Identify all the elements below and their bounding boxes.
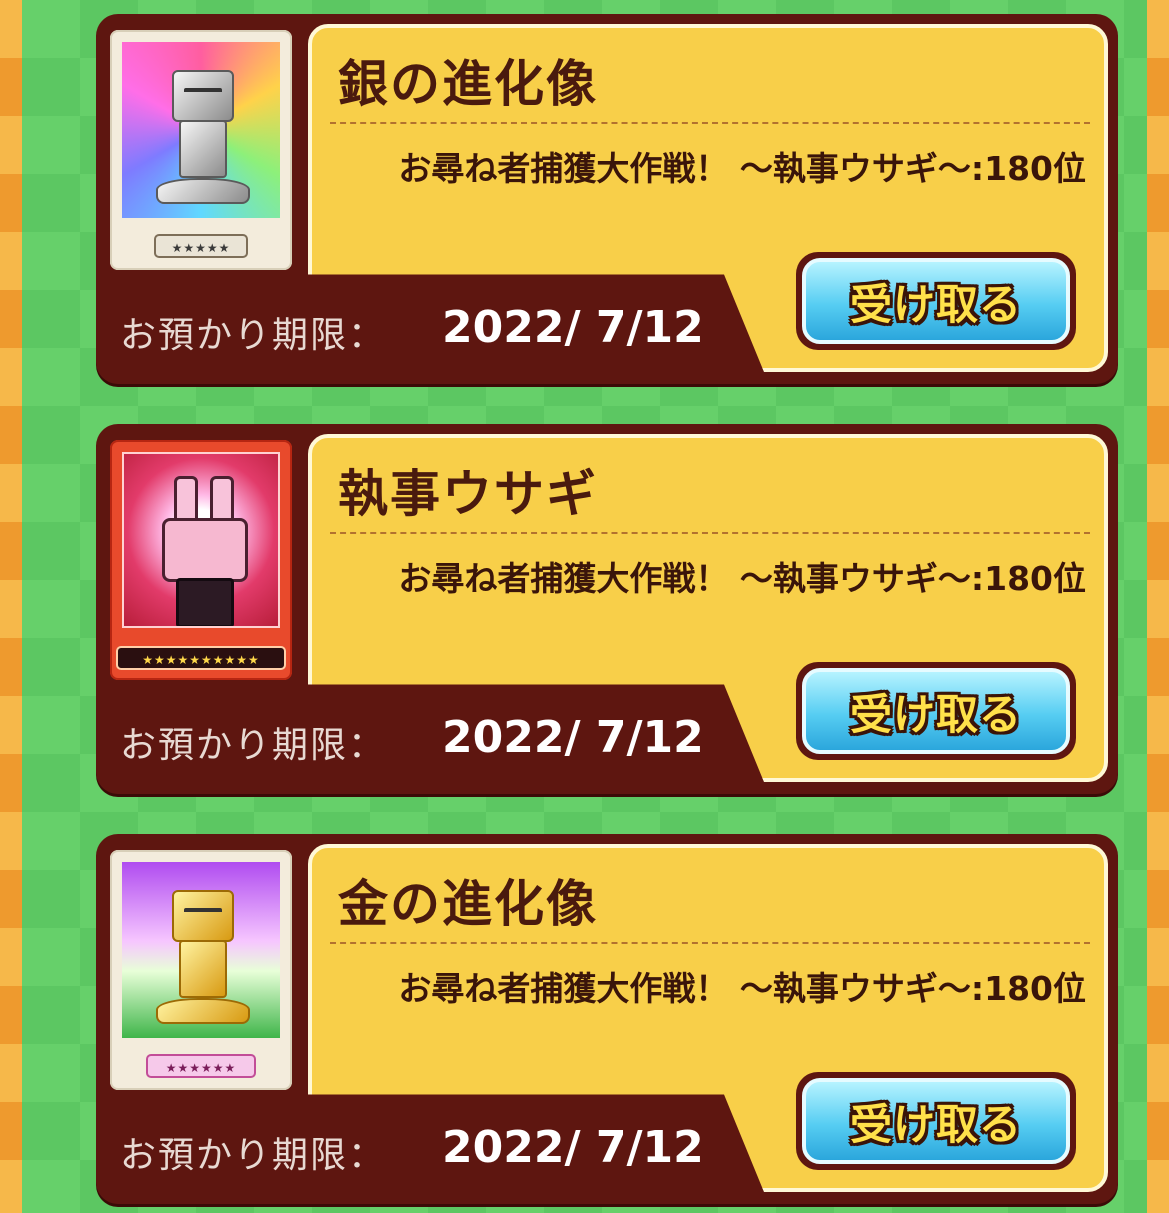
receive-button-label: 受け取る: [849, 279, 1022, 329]
gift-title: 銀の進化像: [338, 55, 598, 113]
left-border-strip: [0, 0, 22, 1213]
right-border-strip: [1147, 0, 1169, 1213]
receive-button-label: 受け取る: [849, 1099, 1022, 1149]
dashed-divider: [330, 942, 1090, 944]
butler-rabbit-icon: [122, 452, 280, 628]
receive-button[interactable]: 受け取る: [796, 662, 1076, 760]
rarity-stars: ★★★★★: [154, 234, 248, 258]
gift-card: ★★★★★ 銀の進化像 お尋ね者捕獲大作戦！ ～執事ウサギ～:180位 お預かり…: [96, 14, 1118, 384]
expiry-date: 2022/ 7/12: [442, 302, 704, 353]
expiry-label: お預かり期限：: [120, 1135, 387, 1176]
expiry-label: お預かり期限：: [120, 725, 387, 766]
item-thumbnail: ★★★★★★★★★★: [110, 440, 292, 680]
silver-evolution-statue-icon: [122, 42, 280, 218]
expiry-date: 2022/ 7/12: [442, 1122, 704, 1173]
expiry-label: お預かり期限：: [120, 315, 387, 356]
dashed-divider: [330, 122, 1090, 124]
gift-source: お尋ね者捕獲大作戦！ ～執事ウサギ～:180位: [398, 559, 1086, 598]
gift-card: ★★★★★★ 金の進化像 お尋ね者捕獲大作戦！ ～執事ウサギ～:180位 お預か…: [96, 834, 1118, 1204]
dashed-divider: [330, 532, 1090, 534]
rarity-stars: ★★★★★★: [146, 1054, 256, 1078]
gift-title: 金の進化像: [338, 875, 598, 933]
receive-button-label: 受け取る: [849, 689, 1022, 739]
item-thumbnail: ★★★★★: [110, 30, 292, 270]
gift-card: ★★★★★★★★★★ 執事ウサギ お尋ね者捕獲大作戦！ ～執事ウサギ～:180位…: [96, 424, 1118, 794]
gift-title: 執事ウサギ: [338, 465, 598, 523]
gift-list-background: ★★★★★ 銀の進化像 お尋ね者捕獲大作戦！ ～執事ウサギ～:180位 お預かり…: [22, 0, 1147, 1213]
gift-source: お尋ね者捕獲大作戦！ ～執事ウサギ～:180位: [398, 149, 1086, 188]
receive-button[interactable]: 受け取る: [796, 252, 1076, 350]
gift-source: お尋ね者捕獲大作戦！ ～執事ウサギ～:180位: [398, 969, 1086, 1008]
expiry-date: 2022/ 7/12: [442, 712, 704, 763]
item-thumbnail: ★★★★★★: [110, 850, 292, 1090]
receive-button[interactable]: 受け取る: [796, 1072, 1076, 1170]
gold-evolution-statue-icon: [122, 862, 280, 1038]
rarity-stars: ★★★★★★★★★★: [116, 646, 286, 670]
